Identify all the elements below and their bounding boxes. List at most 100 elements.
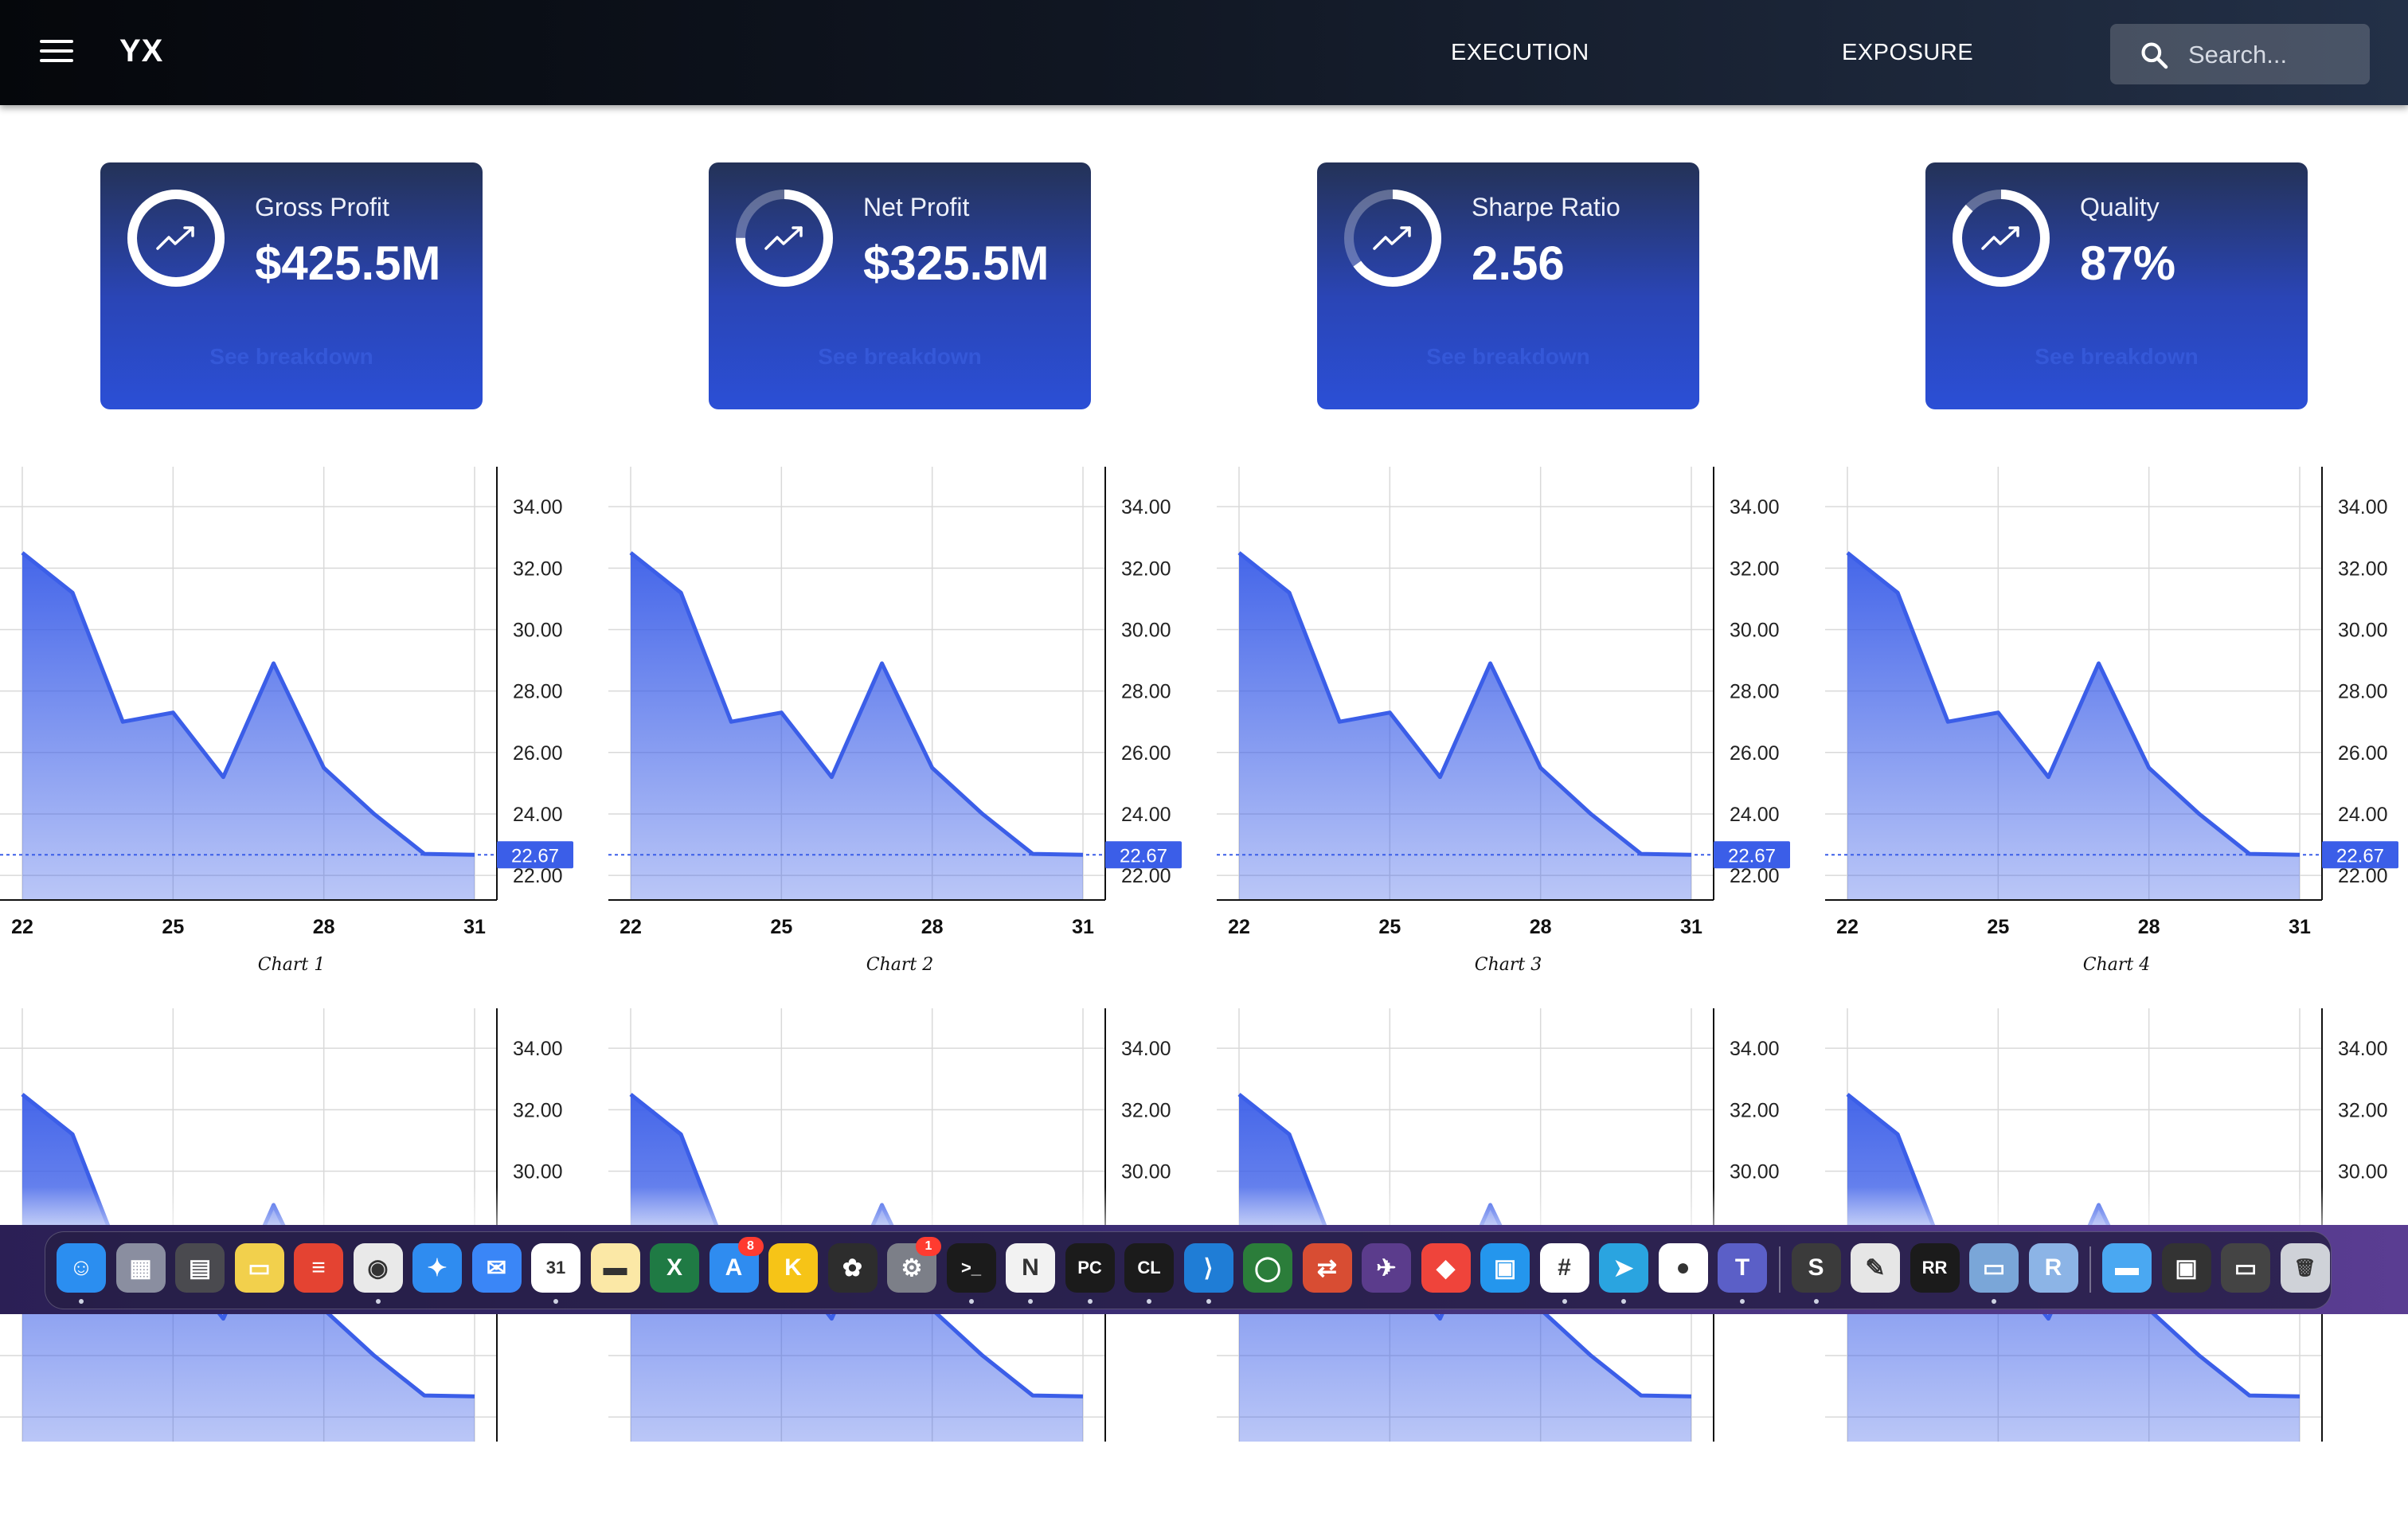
x-tick-label: 28	[2138, 916, 2160, 938]
x-tick-label: 22	[1836, 916, 1859, 938]
search-input[interactable]	[2187, 35, 2357, 75]
keeper-icon[interactable]: K	[768, 1243, 818, 1293]
telegram-icon[interactable]: ➤	[1599, 1243, 1648, 1293]
see-breakdown-link[interactable]: See breakdown	[1317, 344, 1699, 370]
y-tick-label: 22.00	[2338, 865, 2388, 887]
launchpad-icon[interactable]: ▦	[116, 1243, 166, 1293]
circleci-icon[interactable]: ◯	[1243, 1243, 1292, 1293]
chart-title: Chart 3	[1475, 955, 1542, 975]
teams-icon[interactable]: T	[1718, 1243, 1767, 1293]
progress-ring-icon	[1949, 186, 2053, 290]
y-tick-label: 24.00	[513, 804, 563, 826]
y-tick-label: 24.00	[1121, 804, 1171, 826]
area-chart[interactable]: 22.0024.0026.0028.0030.0032.0034.0022252…	[1825, 467, 2408, 984]
screenshot-icon[interactable]: ▣	[2162, 1243, 2211, 1293]
excel-icon[interactable]: X	[650, 1243, 699, 1293]
terminal-icon[interactable]: >_	[947, 1243, 996, 1293]
dock-glyph: R	[2045, 1254, 2062, 1281]
y-tick-label: 26.00	[2338, 742, 2388, 765]
dock-glyph: ✦	[427, 1254, 447, 1282]
app-store-icon[interactable]: A8	[710, 1243, 759, 1293]
area-chart[interactable]: 22.0024.0026.0028.0030.0032.0034.0022252…	[0, 467, 583, 984]
slack-icon[interactable]: #	[1540, 1243, 1589, 1293]
kpi-label: Gross Profit	[255, 193, 389, 222]
trash-icon[interactable]: 🗑	[2281, 1243, 2330, 1293]
gitkraken-icon[interactable]: ⇄	[1303, 1243, 1352, 1293]
kpi-value: 2.56	[1472, 236, 1565, 291]
dock-glyph: ▭	[2234, 1254, 2257, 1282]
running-indicator	[1206, 1299, 1211, 1304]
search-box[interactable]	[2110, 24, 2370, 84]
safari-icon[interactable]: ✦	[412, 1243, 462, 1293]
dock-glyph: ▤	[189, 1254, 211, 1282]
last-value-label: 22.67	[2336, 845, 2384, 867]
chart-title: Chart 4	[2083, 955, 2150, 975]
dock-glyph: RR	[1922, 1258, 1948, 1278]
tes-icon[interactable]: ✿	[828, 1243, 878, 1293]
y-tick-label: 32.00	[1121, 1099, 1171, 1121]
nav-execution[interactable]: EXECUTION	[1451, 40, 1589, 66]
x-tick-label: 25	[1987, 916, 2009, 938]
x-tick-label: 28	[1530, 916, 1552, 938]
notes-icon[interactable]: ▬	[591, 1243, 640, 1293]
notion-icon[interactable]: N	[1006, 1243, 1055, 1293]
docker-icon[interactable]: ▣	[1480, 1243, 1530, 1293]
mail-icon[interactable]: ✉	[472, 1243, 522, 1293]
window-icon[interactable]: ▭	[2221, 1243, 2270, 1293]
y-tick-label: 30.00	[1121, 619, 1171, 641]
y-tick-label: 24.00	[2338, 804, 2388, 826]
see-breakdown-link[interactable]: See breakdown	[100, 344, 483, 370]
y-tick-label: 34.00	[1121, 496, 1171, 518]
y-tick-label: 34.00	[2338, 496, 2388, 518]
last-value-label: 22.67	[511, 845, 559, 867]
slack-business-icon[interactable]: ✈	[1362, 1243, 1411, 1293]
sublime-icon[interactable]: S	[1792, 1243, 1841, 1293]
system-settings-icon[interactable]: ⚙1	[887, 1243, 936, 1293]
y-tick-label: 30.00	[1730, 619, 1780, 641]
trending-up-icon	[158, 228, 193, 248]
see-breakdown-link[interactable]: See breakdown	[709, 344, 1091, 370]
finder-icon[interactable]: ☺	[57, 1243, 106, 1293]
preview-icon[interactable]: ▭	[1969, 1243, 2019, 1293]
anydesk-icon[interactable]: ◆	[1421, 1243, 1471, 1293]
y-tick-label: 30.00	[2338, 1160, 2388, 1183]
rr-preview-icon[interactable]: RR	[1910, 1243, 1960, 1293]
y-tick-label: 30.00	[513, 619, 563, 641]
y-tick-label: 34.00	[1121, 1038, 1171, 1060]
kpi-value: $325.5M	[863, 236, 1050, 291]
textedit-icon[interactable]: ✎	[1851, 1243, 1900, 1293]
pycharm-icon[interactable]: PC	[1065, 1243, 1115, 1293]
x-tick-label: 28	[313, 916, 335, 938]
menu-icon[interactable]	[40, 40, 73, 65]
dock-glyph: ▭	[1983, 1254, 2005, 1282]
y-tick-label: 28.00	[513, 681, 563, 703]
calculator-icon[interactable]: ▤	[175, 1243, 225, 1293]
calendar-icon[interactable]: 31	[531, 1243, 580, 1293]
r-icon[interactable]: R	[2029, 1243, 2078, 1293]
droplet-icon[interactable]: ●	[1659, 1243, 1708, 1293]
progress-ring-icon	[1341, 186, 1444, 290]
see-breakdown-link[interactable]: See breakdown	[1925, 344, 2308, 370]
dock-glyph: ⚙	[901, 1254, 923, 1282]
y-tick-label: 24.00	[1730, 804, 1780, 826]
folder-icon[interactable]: ▬	[2102, 1243, 2152, 1293]
todoist-icon[interactable]: ≡	[294, 1243, 343, 1293]
kpi-value: $425.5M	[255, 236, 441, 291]
chrome-icon[interactable]: ◉	[354, 1243, 403, 1293]
dock-glyph: ◯	[1254, 1254, 1281, 1282]
y-tick-label: 34.00	[513, 1038, 563, 1060]
y-tick-label: 30.00	[513, 1160, 563, 1183]
stickies-icon[interactable]: ▭	[235, 1243, 284, 1293]
vscode-icon[interactable]: ⟩	[1184, 1243, 1233, 1293]
x-tick-label: 31	[463, 916, 486, 938]
app-bar: YX EXECUTION EXPOSURE	[0, 0, 2408, 105]
area-chart[interactable]: 22.0024.0026.0028.0030.0032.0034.0022252…	[1217, 467, 1800, 984]
app-brand[interactable]: YX	[119, 33, 163, 69]
nav-exposure[interactable]: EXPOSURE	[1842, 40, 1973, 66]
y-tick-label: 34.00	[2338, 1038, 2388, 1060]
y-tick-label: 28.00	[1121, 681, 1171, 703]
area-chart[interactable]: 22.0024.0026.0028.0030.0032.0034.0022252…	[608, 467, 1191, 984]
dock-glyph: 🗑	[2294, 1258, 2316, 1278]
x-tick-label: 22	[1228, 916, 1250, 938]
clion-icon[interactable]: CL	[1124, 1243, 1174, 1293]
